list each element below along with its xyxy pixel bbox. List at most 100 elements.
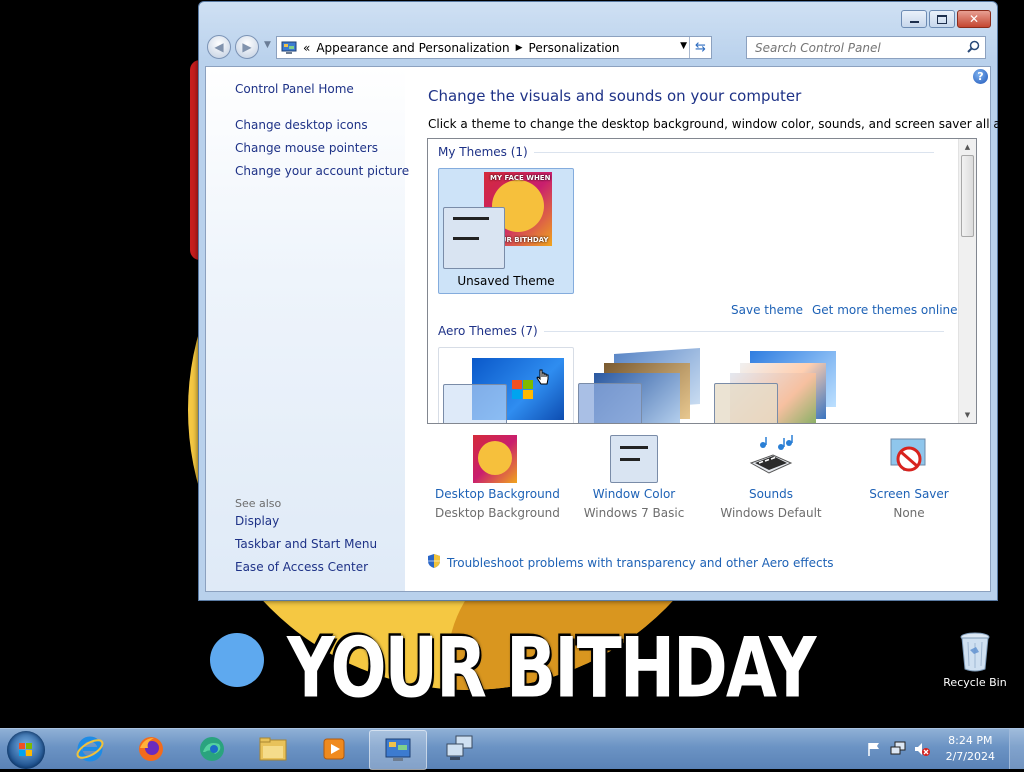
windows-logo-icon <box>19 743 32 756</box>
personalization-window: ✕ ◀ ▶ ▼ « Appearance and Personalization… <box>198 1 1024 601</box>
caption-buttons: ✕ <box>901 10 991 28</box>
window-color-icon <box>610 435 658 483</box>
troubleshoot-row[interactable]: Troubleshoot problems with transparency … <box>427 553 834 572</box>
taskbar-file-explorer[interactable] <box>245 730 301 768</box>
shield-icon <box>427 553 441 572</box>
scroll-down-icon[interactable]: ▼ <box>959 407 976 423</box>
my-themes-label: My Themes (1) <box>438 145 528 159</box>
forward-arrow-icon: ▶ <box>242 40 252 54</box>
recycle-bin-icon <box>959 632 991 672</box>
themes-scrollbar[interactable]: ▲ ▼ <box>958 139 976 423</box>
address-dropdown-icon[interactable]: ▼ <box>680 41 687 51</box>
maximize-button[interactable] <box>929 10 955 28</box>
screen-saver-icon <box>885 435 933 483</box>
display-link[interactable]: Display <box>235 514 279 528</box>
internet-explorer-icon <box>76 736 104 762</box>
taskbar-network[interactable] <box>432 730 488 768</box>
meme-top-text: MY FACE WHEN <box>490 174 551 182</box>
taskbar-firefox[interactable] <box>123 730 179 768</box>
left-pane: Control Panel Home Change desktop icons … <box>206 67 409 591</box>
taskbar-control-panel[interactable] <box>369 730 427 770</box>
save-theme-link[interactable]: Save theme <box>731 303 803 317</box>
breadcrumb-personalization[interactable]: Personalization <box>529 41 620 55</box>
navigation-bar: ◀ ▶ ▼ « Appearance and Personalization ▶… <box>205 35 989 59</box>
sounds-setting[interactable]: Sounds Windows Default <box>711 435 831 520</box>
desktop-background-setting[interactable]: Desktop Background Desktop Background <box>435 435 560 520</box>
breadcrumb-separator-icon[interactable]: ▶ <box>516 43 523 53</box>
clock[interactable]: 8:24 PM 2/7/2024 <box>946 733 995 765</box>
main-content: ? Change the visuals and sounds on your … <box>405 67 1024 591</box>
clock-time: 8:24 PM <box>948 734 993 747</box>
desktop-background-value: Desktop Background <box>435 506 560 520</box>
media-player-icon <box>323 738 345 760</box>
firefox-icon <box>139 737 163 761</box>
my-themes-header: My Themes (1) <box>438 145 934 159</box>
sounds-value: Windows Default <box>720 506 822 520</box>
control-panel-icon <box>281 41 297 55</box>
minimize-button[interactable] <box>901 10 927 28</box>
show-desktop-button[interactable] <box>1009 729 1024 769</box>
themes-list[interactable]: My Themes (1) MY FACE WHEN YOUR BITHDAY … <box>427 138 977 424</box>
volume-muted-icon[interactable] <box>914 741 930 757</box>
sounds-icon <box>747 435 795 483</box>
get-more-themes-link[interactable]: Get more themes online <box>812 303 958 317</box>
aero-window-preview <box>443 384 507 423</box>
file-explorer-icon <box>259 737 287 761</box>
clock-date: 2/7/2024 <box>945 750 995 763</box>
back-button[interactable]: ◀ <box>207 35 231 59</box>
theme-window-preview <box>443 207 505 269</box>
search-box[interactable] <box>746 36 986 59</box>
scroll-up-icon[interactable]: ▲ <box>959 139 976 155</box>
aero-theme-nature[interactable] <box>710 347 844 423</box>
action-center-flag-icon[interactable] <box>866 741 882 757</box>
window-client-area: Control Panel Home Change desktop icons … <box>205 66 1024 592</box>
page-description: Click a theme to change the desktop back… <box>428 117 1024 131</box>
edge-icon <box>200 737 224 761</box>
nature-window-preview <box>714 383 778 423</box>
breadcrumb-appearance[interactable]: Appearance and Personalization <box>316 41 509 55</box>
screen-saver-link[interactable]: Screen Saver <box>849 487 969 501</box>
change-mouse-pointers-link[interactable]: Change mouse pointers <box>235 141 378 155</box>
taskbar-media-player[interactable] <box>306 730 362 768</box>
troubleshoot-link[interactable]: Troubleshoot problems with transparency … <box>447 556 834 570</box>
ease-of-access-link[interactable]: Ease of Access Center <box>235 560 368 574</box>
close-button[interactable]: ✕ <box>957 10 991 28</box>
taskbar-internet-explorer[interactable] <box>62 730 118 768</box>
change-account-picture-link[interactable]: Change your account picture <box>235 164 409 178</box>
see-also-label: See also <box>235 497 282 510</box>
network-tray-icon[interactable] <box>890 741 906 757</box>
window-color-link[interactable]: Window Color <box>574 487 694 501</box>
aero-theme-architecture[interactable] <box>574 347 708 423</box>
aero-theme-windows7[interactable] <box>438 347 574 423</box>
screen-saver-setting[interactable]: Screen Saver None <box>849 435 969 520</box>
sounds-link[interactable]: Sounds <box>711 487 831 501</box>
unsaved-theme-tile[interactable]: MY FACE WHEN YOUR BITHDAY Unsaved Theme <box>438 168 574 294</box>
back-arrow-icon: ◀ <box>214 40 224 54</box>
start-button[interactable] <box>7 731 45 769</box>
recycle-bin-label: Recycle Bin <box>943 676 1007 689</box>
forward-button[interactable]: ▶ <box>235 35 259 59</box>
aero-themes-header: Aero Themes (7) <box>438 324 944 338</box>
recycle-bin[interactable]: Recycle Bin <box>940 632 1010 689</box>
change-desktop-icons-link[interactable]: Change desktop icons <box>235 118 368 132</box>
taskbar-edge[interactable] <box>184 730 240 768</box>
desktop-background-link[interactable]: Desktop Background <box>435 487 560 501</box>
refresh-button[interactable]: ⇆ <box>689 37 711 58</box>
wallpaper-caption: YOUR BITHDAY <box>287 620 816 717</box>
screen-saver-value: None <box>893 506 925 520</box>
taskbar-start-menu-link[interactable]: Taskbar and Start Menu <box>235 537 377 551</box>
scroll-thumb[interactable] <box>961 155 974 237</box>
aero-themes-label: Aero Themes (7) <box>438 324 538 338</box>
control-panel-home-link[interactable]: Control Panel Home <box>235 82 354 96</box>
breadcrumb-overflow[interactable]: « <box>303 41 310 55</box>
recent-pages-dropdown[interactable]: ▼ <box>264 40 271 50</box>
window-color-setting[interactable]: Window Color Windows 7 Basic <box>574 435 694 520</box>
search-icon[interactable] <box>967 40 980 56</box>
search-input[interactable] <box>753 39 967 56</box>
window-color-value: Windows 7 Basic <box>583 506 685 520</box>
wallpaper-blue-dot <box>210 633 264 687</box>
address-bar[interactable]: « Appearance and Personalization ▶ Perso… <box>276 36 712 59</box>
help-icon[interactable]: ? <box>973 69 988 84</box>
refresh-icon: ⇆ <box>695 40 706 55</box>
control-panel-icon <box>385 738 411 761</box>
